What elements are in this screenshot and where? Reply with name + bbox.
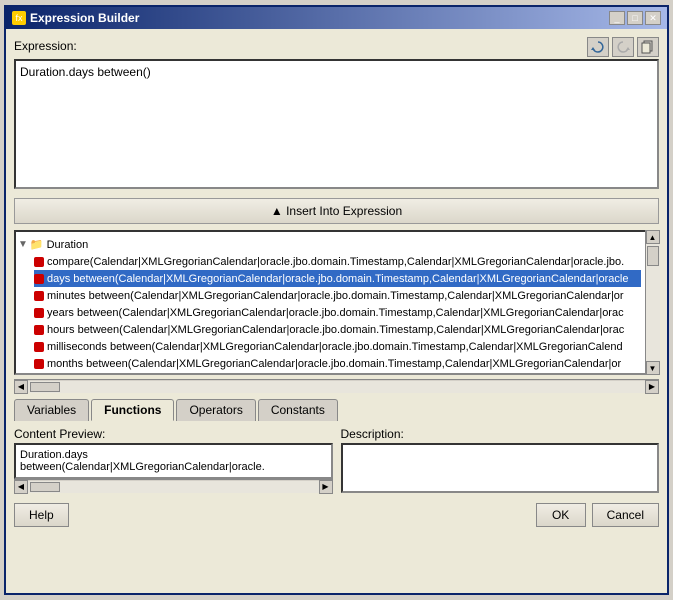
title-bar: fx Expression Builder _ □ ✕ [6, 7, 667, 29]
item-icon-4 [34, 325, 44, 335]
tree-item-text-0: compare(Calendar|XMLGregorianCalendar|or… [47, 256, 624, 268]
title-controls: _ □ ✕ [609, 11, 661, 25]
content-preview-textarea[interactable] [14, 443, 333, 479]
tree-item-5[interactable]: milliseconds between(Calendar|XMLGregori… [34, 338, 641, 355]
tab-operators[interactable]: Operators [176, 399, 255, 421]
toolbar-buttons [587, 37, 659, 57]
ok-button[interactable]: OK [536, 503, 586, 527]
preview-htrack[interactable] [28, 481, 319, 493]
item-icon-5 [34, 342, 44, 352]
undo-button[interactable] [612, 37, 634, 57]
tabs-row: Variables Functions Operators Constants [14, 399, 659, 421]
maximize-button[interactable]: □ [627, 11, 643, 25]
tree-panel-wrapper: ▼ 📁 Duration compare(Calendar|XMLGregori… [14, 230, 659, 375]
tree-item-2[interactable]: minutes between(Calendar|XMLGregorianCal… [34, 287, 641, 304]
description-textarea[interactable] [341, 443, 660, 493]
expression-label: Expression: [14, 39, 77, 53]
scroll-htrack[interactable] [28, 381, 645, 393]
minimize-button[interactable]: _ [609, 11, 625, 25]
insert-into-expression-button[interactable]: ▲ Insert Into Expression [14, 198, 659, 224]
tab-functions[interactable]: Functions [91, 399, 174, 421]
window-title: Expression Builder [30, 11, 139, 25]
item-icon-0 [34, 257, 44, 267]
item-icon-1 [34, 274, 44, 284]
tree-item-text-2: minutes between(Calendar|XMLGregorianCal… [47, 290, 624, 302]
scroll-thumb[interactable] [647, 246, 659, 266]
title-bar-left: fx Expression Builder [12, 11, 139, 25]
refresh-button[interactable] [587, 37, 609, 57]
description-label: Description: [341, 427, 660, 441]
scroll-track[interactable] [646, 244, 660, 361]
tree-item-text-3: years between(Calendar|XMLGregorianCalen… [47, 307, 624, 319]
content-preview-label: Content Preview: [14, 427, 333, 441]
tree-item-0[interactable]: compare(Calendar|XMLGregorianCalendar|or… [34, 253, 641, 270]
help-button[interactable]: Help [14, 503, 69, 527]
description-section: Description: [341, 427, 660, 493]
tree-item-1[interactable]: days between(Calendar|XMLGregorianCalend… [34, 270, 641, 287]
tab-variables[interactable]: Variables [14, 399, 89, 421]
preview-scroll-right[interactable]: ▶ [319, 480, 333, 494]
folder-icon: 📁 [30, 238, 44, 251]
tree-item-6[interactable]: months between(Calendar|XMLGregorianCale… [34, 355, 641, 372]
scroll-down-button[interactable]: ▼ [646, 361, 660, 375]
bottom-section: Content Preview: ◀ ▶ Description: [14, 427, 659, 493]
tree-content: ▼ 📁 Duration compare(Calendar|XMLGregori… [16, 232, 643, 375]
tree-root-label: Duration [47, 239, 89, 251]
scroll-hthumb[interactable] [30, 382, 60, 392]
undo-icon [616, 40, 630, 54]
main-content: Expression: [6, 29, 667, 593]
window-icon: fx [12, 11, 26, 25]
tree-scrollbar-vertical[interactable]: ▲ ▼ [645, 230, 659, 375]
tree-item-text-1: days between(Calendar|XMLGregorianCalend… [47, 273, 629, 285]
insert-btn-label: ▲ Insert Into Expression [271, 204, 402, 218]
scroll-right-button[interactable]: ▶ [645, 380, 659, 394]
preview-hthumb[interactable] [30, 482, 60, 492]
scroll-left-button[interactable]: ◀ [14, 380, 28, 394]
expand-icon: ▼ [18, 239, 28, 250]
item-icon-3 [34, 308, 44, 318]
tree-item-3[interactable]: years between(Calendar|XMLGregorianCalen… [34, 304, 641, 321]
cancel-button[interactable]: Cancel [592, 503, 659, 527]
tree-item-4[interactable]: hours between(Calendar|XMLGregorianCalen… [34, 321, 641, 338]
preview-section: Content Preview: ◀ ▶ [14, 427, 333, 493]
close-button[interactable]: ✕ [645, 11, 661, 25]
footer-right: OK Cancel [536, 503, 659, 527]
preview-scroll-left[interactable]: ◀ [14, 480, 28, 494]
copy-icon [641, 40, 655, 54]
scroll-up-button[interactable]: ▲ [646, 230, 660, 244]
copy-button[interactable] [637, 37, 659, 57]
tab-constants[interactable]: Constants [258, 399, 338, 421]
tree-item-text-5: milliseconds between(Calendar|XMLGregori… [47, 341, 623, 353]
expression-builder-window: fx Expression Builder _ □ ✕ Expression: [4, 5, 669, 595]
expression-input[interactable] [14, 59, 659, 189]
expression-section: Expression: [14, 37, 659, 192]
item-icon-2 [34, 291, 44, 301]
item-icon-6 [34, 359, 44, 369]
tree-root-row[interactable]: ▼ 📁 Duration [18, 236, 641, 253]
tree-item-text-6: months between(Calendar|XMLGregorianCale… [47, 358, 621, 370]
preview-scrollbar-h[interactable]: ◀ ▶ [14, 479, 333, 493]
refresh-icon [591, 40, 605, 54]
footer-row: Help OK Cancel [14, 499, 659, 529]
tree-item-text-4: hours between(Calendar|XMLGregorianCalen… [47, 324, 624, 336]
tree-panel: ▼ 📁 Duration compare(Calendar|XMLGregori… [14, 230, 659, 375]
tree-scrollbar-horizontal[interactable]: ◀ ▶ [14, 379, 659, 393]
